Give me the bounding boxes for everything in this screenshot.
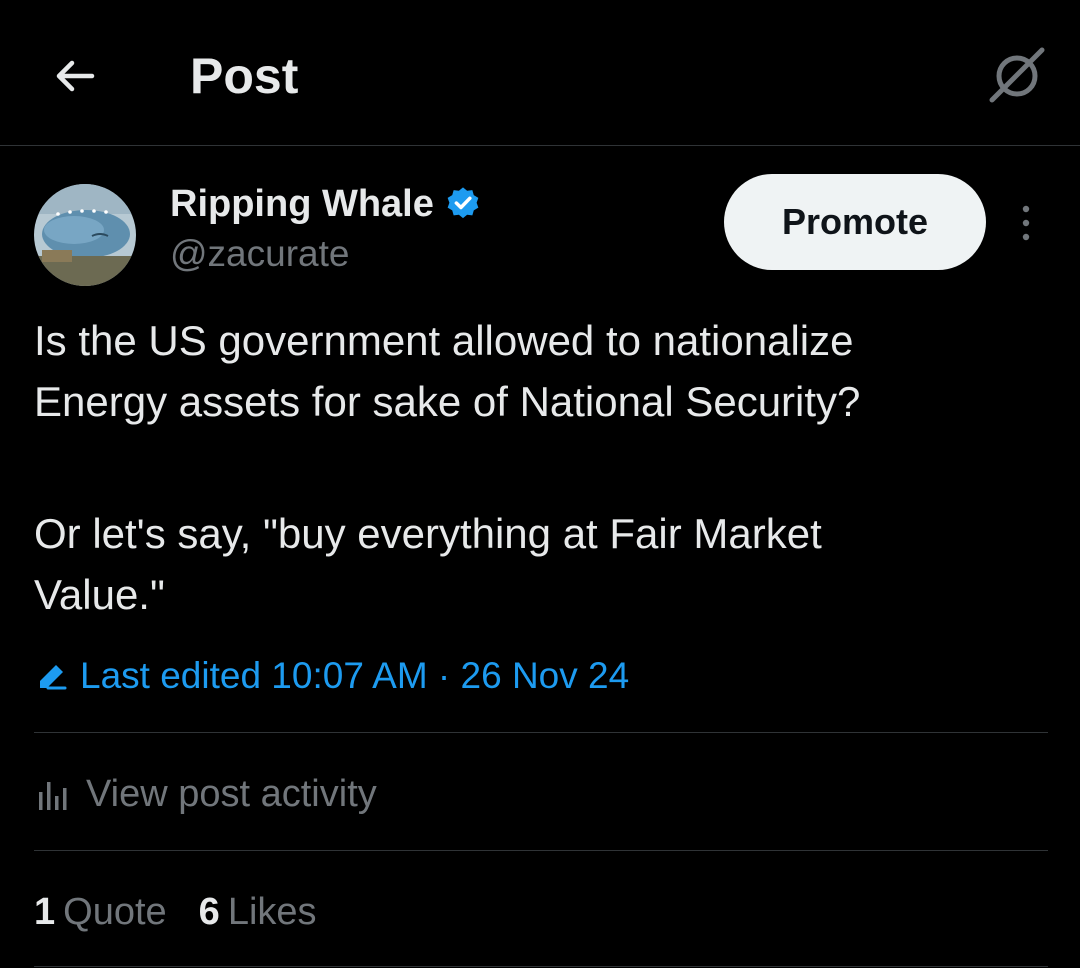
bar-chart-icon: [34, 774, 80, 814]
view-post-activity-link[interactable]: View post activity: [34, 766, 377, 822]
avatar-image: [34, 184, 136, 286]
quotes-label: Quote: [63, 890, 167, 933]
author-name-row[interactable]: Ripping Whale: [170, 180, 482, 228]
promote-button[interactable]: Promote: [724, 174, 986, 270]
author-handle[interactable]: @zacurate: [170, 230, 349, 278]
quotes-count: 1: [34, 890, 56, 933]
top-bar: Post: [0, 0, 1080, 146]
post-body: Is the US government allowed to national…: [34, 310, 1054, 625]
likes-stat[interactable]: 6 Likes: [199, 891, 317, 934]
view-post-activity-label: View post activity: [86, 772, 377, 815]
divider: [34, 850, 1048, 851]
verified-badge-icon: [444, 185, 482, 223]
likes-label: Likes: [227, 890, 317, 933]
grok-button[interactable]: [982, 40, 1052, 110]
divider: [34, 732, 1048, 733]
author-name: Ripping Whale: [170, 182, 434, 225]
grok-icon: [989, 47, 1045, 103]
pencil-icon: [34, 656, 74, 696]
post-paragraph: Or let's say, "buy everything at Fair Ma…: [34, 510, 822, 618]
page-title: Post: [190, 48, 299, 104]
avatar[interactable]: [34, 184, 136, 286]
likes-count: 6: [198, 890, 220, 933]
engagement-stats: 1 Quote 6 Likes: [34, 886, 349, 938]
back-button[interactable]: [46, 48, 102, 104]
quotes-stat[interactable]: 1 Quote: [34, 891, 167, 934]
arrow-left-icon: [56, 60, 95, 92]
last-edited-text: Last edited 10:07 AM · 26 Nov 24: [80, 655, 630, 696]
post-paragraph: Is the US government allowed to national…: [34, 317, 861, 425]
divider: [34, 966, 1048, 967]
more-vertical-icon: [1022, 205, 1030, 241]
last-edited-link[interactable]: Last edited 10:07 AM · 26 Nov 24: [34, 650, 629, 702]
more-options-button[interactable]: [1004, 198, 1048, 248]
